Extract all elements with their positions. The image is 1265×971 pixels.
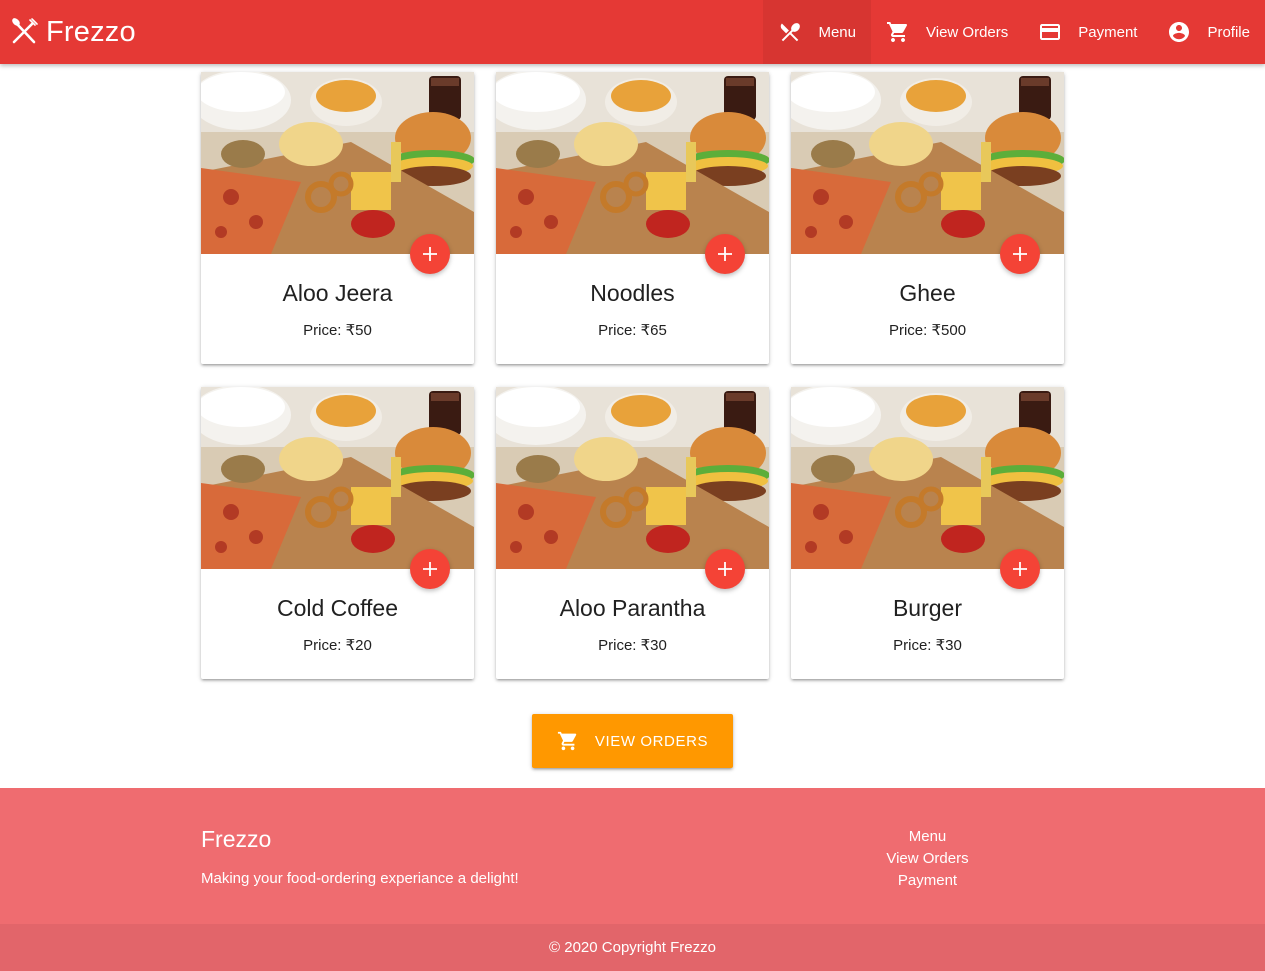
item-price: Price: ₹65 bbox=[598, 322, 667, 339]
plus-icon bbox=[1013, 562, 1027, 576]
item-name: Ghee bbox=[899, 280, 956, 306]
cart-icon bbox=[557, 731, 577, 751]
food-image bbox=[201, 387, 474, 569]
footer-copyright: © 2020 Copyright Frezzo bbox=[0, 924, 1265, 971]
item-name: Noodles bbox=[590, 280, 675, 306]
copyright-text: © 2020 Copyright Frezzo bbox=[549, 939, 716, 956]
footer-link-payment[interactable]: Payment bbox=[860, 870, 995, 892]
menu-card: Aloo Parantha Price: ₹30 bbox=[496, 387, 769, 679]
footer-link-menu[interactable]: Menu bbox=[860, 826, 995, 848]
nav-item-label: Payment bbox=[1078, 23, 1138, 41]
view-orders-label: VIEW ORDERS bbox=[594, 732, 709, 750]
top-navbar: Frezzo Menu View Orders Payment Profile bbox=[0, 0, 1265, 64]
cart-icon bbox=[886, 20, 910, 44]
page-footer: Frezzo Making your food-ordering experia… bbox=[0, 788, 1265, 971]
add-to-cart-button[interactable] bbox=[705, 549, 745, 589]
footer-link-view-orders[interactable]: View Orders bbox=[860, 848, 995, 870]
menu-card: Ghee Price: ₹500 bbox=[791, 72, 1064, 364]
add-to-cart-button[interactable] bbox=[410, 549, 450, 589]
brand-logo[interactable]: Frezzo bbox=[8, 0, 136, 64]
nav-item-view-orders[interactable]: View Orders bbox=[871, 0, 1023, 64]
food-image bbox=[201, 72, 474, 254]
food-image bbox=[791, 72, 1064, 254]
item-name: Aloo Parantha bbox=[559, 595, 706, 621]
food-image bbox=[496, 387, 769, 569]
item-name: Burger bbox=[892, 595, 963, 621]
menu-card: Noodles Price: ₹65 bbox=[496, 72, 769, 364]
menu-card: Cold Coffee Price: ₹20 bbox=[201, 387, 474, 679]
view-orders-button[interactable]: VIEW ORDERS bbox=[532, 714, 733, 768]
menu-card: Burger Price: ₹30 bbox=[791, 387, 1064, 679]
food-image bbox=[791, 387, 1064, 569]
plus-icon bbox=[423, 562, 437, 576]
nav-item-payment[interactable]: Payment bbox=[1023, 0, 1152, 64]
nav-item-label: Profile bbox=[1207, 23, 1250, 41]
item-price: Price: ₹50 bbox=[303, 322, 372, 339]
plus-icon bbox=[423, 247, 437, 261]
nav-menu: Menu View Orders Payment Profile bbox=[763, 0, 1265, 64]
add-to-cart-button[interactable] bbox=[1000, 234, 1040, 274]
footer-links: Menu View Orders Payment bbox=[860, 826, 995, 892]
nav-item-menu[interactable]: Menu bbox=[763, 0, 871, 64]
add-to-cart-button[interactable] bbox=[705, 234, 745, 274]
item-name: Aloo Jeera bbox=[282, 280, 393, 306]
item-price: Price: ₹500 bbox=[888, 322, 967, 339]
fork-knife-icon bbox=[778, 20, 802, 44]
brand-name: Frezzo bbox=[46, 15, 136, 48]
footer-tagline: Making your food-ordering experiance a d… bbox=[201, 870, 519, 887]
fork-knife-icon bbox=[12, 18, 38, 44]
plus-icon bbox=[1013, 247, 1027, 261]
account-circle-icon bbox=[1167, 20, 1191, 44]
item-name: Cold Coffee bbox=[276, 595, 399, 621]
menu-card: Aloo Jeera Price: ₹50 bbox=[201, 72, 474, 364]
item-price: Price: ₹20 bbox=[303, 637, 372, 654]
credit-card-icon bbox=[1038, 20, 1062, 44]
nav-item-profile[interactable]: Profile bbox=[1152, 0, 1265, 64]
footer-title: Frezzo bbox=[201, 826, 272, 852]
plus-icon bbox=[718, 247, 732, 261]
nav-item-label: View Orders bbox=[926, 23, 1009, 41]
plus-icon bbox=[718, 562, 732, 576]
item-price: Price: ₹30 bbox=[893, 637, 962, 654]
add-to-cart-button[interactable] bbox=[1000, 549, 1040, 589]
food-image bbox=[496, 72, 769, 254]
item-price: Price: ₹30 bbox=[598, 637, 667, 654]
nav-item-label: Menu bbox=[818, 23, 856, 41]
add-to-cart-button[interactable] bbox=[410, 234, 450, 274]
